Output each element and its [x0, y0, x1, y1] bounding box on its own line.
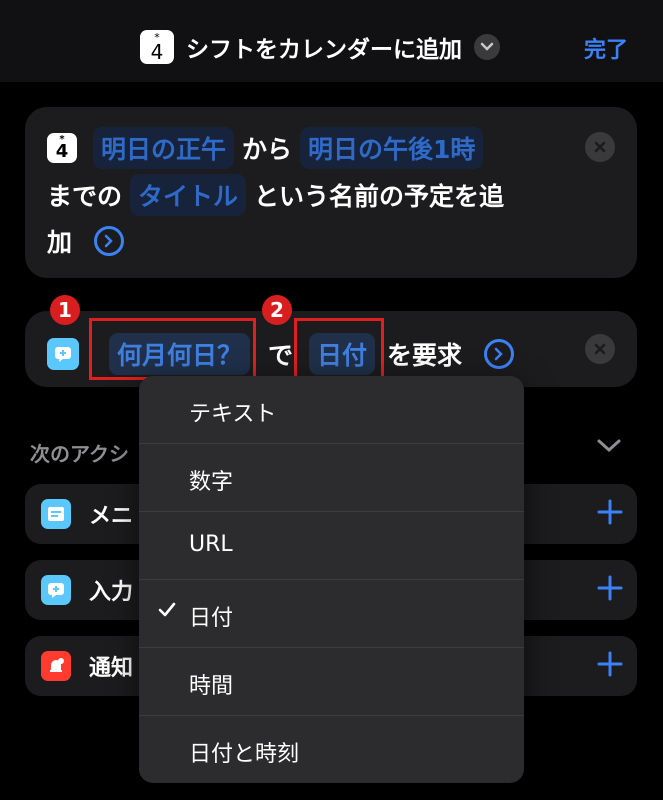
text-request: を要求: [387, 341, 463, 370]
add-event-action-card: * 4 明日の正午 から 明日の午後1時 までの タイトル という名前の予定を追…: [25, 107, 637, 278]
suggested-action-label: メニ: [89, 504, 134, 529]
title-token[interactable]: タイトル: [130, 174, 247, 216]
annotation-badge-2: 2: [262, 295, 292, 325]
text-event: という名前の予定を追: [254, 182, 505, 211]
add-icon[interactable]: [597, 575, 623, 605]
top-bar: * 4 シフトをカレンダーに追加 完了: [0, 0, 663, 82]
annotation-badge-1: 1: [50, 295, 80, 325]
annotation-box-1: [89, 318, 256, 380]
text-from: から: [242, 135, 293, 164]
text-until: までの: [47, 182, 123, 211]
checkmark-icon: [157, 600, 177, 626]
menu-item-time[interactable]: 時間: [139, 648, 524, 716]
input-type-menu: テキスト 数字 URL 日付 時間 日付と時刻: [139, 376, 524, 783]
action-line-2: までの タイトル という名前の予定を追: [47, 174, 504, 216]
notification-icon: [41, 651, 71, 681]
close-icon[interactable]: [585, 132, 615, 162]
shortcut-title[interactable]: シフトをカレンダーに追加: [186, 30, 462, 64]
menu-item-text[interactable]: テキスト: [139, 376, 524, 444]
action-line-1: * 4 明日の正午 から 明日の午後1時: [47, 127, 484, 169]
annotation-box-2: [294, 318, 384, 380]
add-icon[interactable]: [597, 651, 623, 681]
text-event-cont: 加: [47, 228, 73, 257]
chevron-right-icon[interactable]: [484, 339, 515, 369]
chevron-down-icon[interactable]: [596, 438, 622, 458]
shortcut-title-group[interactable]: * 4 シフトをカレンダーに追加: [140, 29, 500, 65]
text-de: で: [268, 341, 294, 370]
menu-item-url[interactable]: URL: [139, 512, 524, 580]
add-icon[interactable]: [597, 499, 623, 529]
suggested-action-label: 入力: [89, 580, 134, 605]
calendar-icon: * 4: [47, 133, 77, 163]
done-button[interactable]: 完了: [584, 32, 628, 64]
end-date-token[interactable]: 明日の午後1時: [300, 127, 484, 169]
close-icon[interactable]: [585, 334, 615, 364]
ask-input-icon: [41, 575, 71, 605]
chevron-down-icon[interactable]: [474, 34, 500, 60]
action-line-3: 加: [47, 223, 125, 259]
menu-item-number[interactable]: 数字: [139, 444, 524, 512]
ask-input-icon: [47, 338, 79, 370]
menu-item-date[interactable]: 日付: [139, 580, 524, 648]
suggested-action-label: 通知: [89, 656, 134, 681]
menu-icon: [41, 499, 71, 529]
chevron-right-icon[interactable]: [94, 226, 125, 256]
start-date-token[interactable]: 明日の正午: [93, 127, 235, 169]
next-actions-heading: 次のアクシ: [30, 442, 129, 466]
calendar-icon: * 4: [140, 30, 174, 64]
menu-item-date-and-time[interactable]: 日付と時刻: [139, 716, 524, 783]
